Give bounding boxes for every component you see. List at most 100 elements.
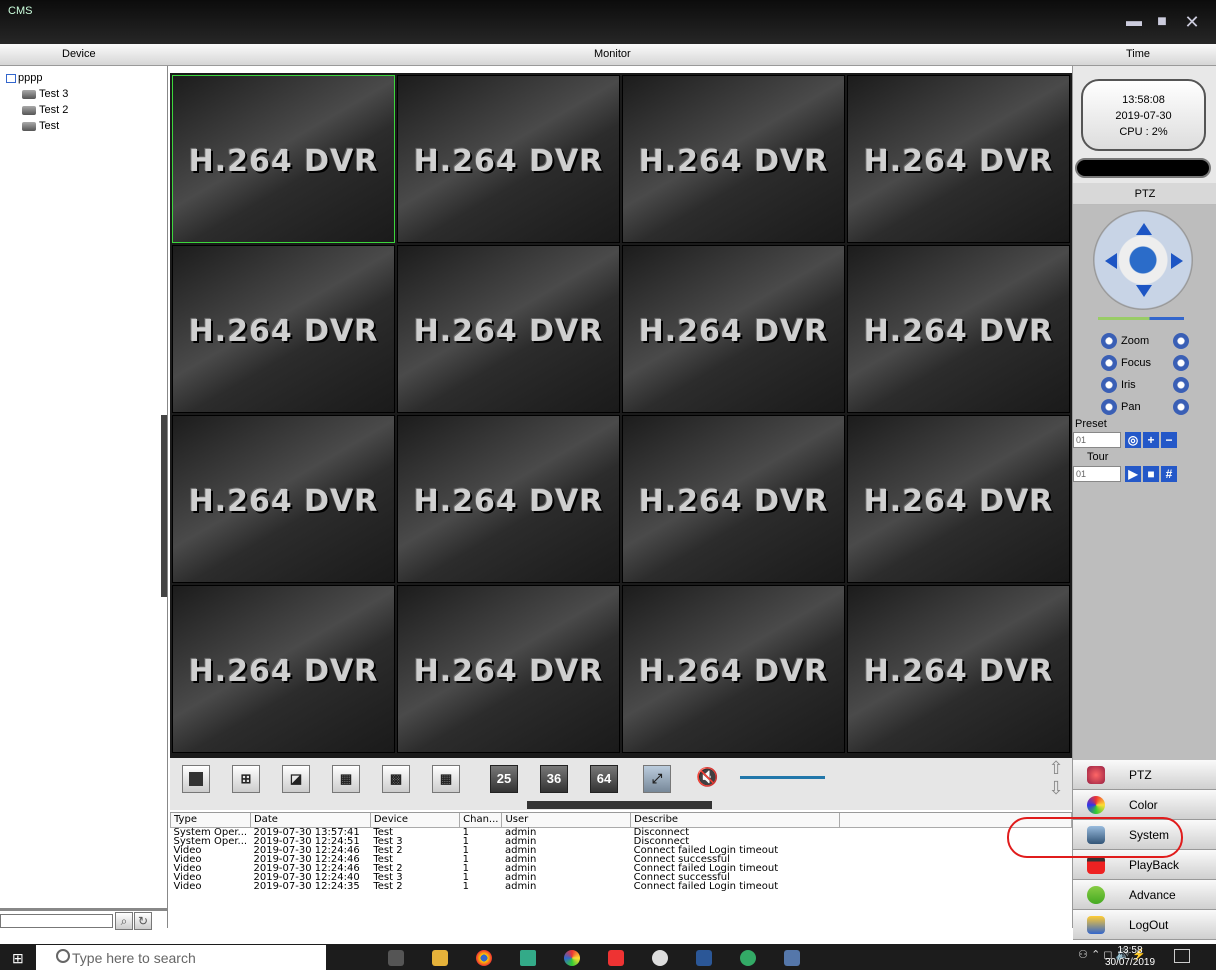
split-1-button[interactable] xyxy=(182,765,210,793)
split-25-button[interactable]: 25 xyxy=(490,765,518,793)
collapse-handle[interactable] xyxy=(161,415,167,597)
title-bar: CMS ▬ ■ ✕ xyxy=(0,0,1216,44)
scroll-up-icon[interactable]: ⇧ xyxy=(1044,758,1068,778)
volume-slider[interactable] xyxy=(740,776,825,779)
taskbar-search[interactable]: Type here to search xyxy=(36,945,326,971)
scroll-down-icon[interactable]: ⇩ xyxy=(1044,778,1068,798)
current-date: 2019-07-30 xyxy=(1115,110,1172,122)
notification-icon[interactable] xyxy=(1174,949,1190,963)
log-column-header[interactable]: Describe xyxy=(630,813,841,828)
split-8-button[interactable]: ▦ xyxy=(332,765,360,793)
taskbar-clock[interactable]: 13:58 30/07/2019 xyxy=(1100,945,1160,969)
video-tile[interactable]: H.264 DVR xyxy=(847,245,1070,413)
iris-out-button[interactable]: − xyxy=(1173,377,1189,393)
log-column-header[interactable]: User xyxy=(501,813,632,828)
network-app-icon[interactable] xyxy=(520,950,536,966)
fullscreen-icon[interactable]: ⤢ xyxy=(643,765,671,793)
device-panel-scrollbar[interactable] xyxy=(0,908,168,911)
tile-label: H.264 DVR xyxy=(638,314,829,349)
refresh-icon[interactable]: ↻ xyxy=(134,912,152,930)
time-header: Time xyxy=(1126,48,1151,60)
arrow-down-icon[interactable] xyxy=(1136,285,1152,305)
video-tile[interactable]: H.264 DVR xyxy=(172,415,395,583)
preset-goto-icon[interactable]: ◎ xyxy=(1125,432,1141,448)
arrow-right-icon[interactable] xyxy=(1171,253,1191,269)
search-icon[interactable]: ⌕ xyxy=(115,912,133,930)
video-tile[interactable]: H.264 DVR xyxy=(397,415,620,583)
menu-color-button[interactable]: Color xyxy=(1073,790,1216,820)
video-tile[interactable]: H.264 DVR xyxy=(172,585,395,753)
split-36-button[interactable]: 36 xyxy=(540,765,568,793)
windows-start-icon[interactable]: ⊞ xyxy=(12,950,24,967)
preset-remove-icon[interactable]: − xyxy=(1161,432,1177,448)
pan-control: • Pan • xyxy=(1101,398,1201,416)
focus-control: + Focus − xyxy=(1101,354,1201,372)
arrow-up-icon[interactable] xyxy=(1136,215,1152,235)
minimize-icon[interactable]: ▬ xyxy=(1122,12,1146,32)
preset-add-icon[interactable]: + xyxy=(1143,432,1159,448)
video-tile[interactable]: H.264 DVR xyxy=(622,585,845,753)
word-icon[interactable] xyxy=(696,950,712,966)
video-tile[interactable]: H.264 DVR xyxy=(397,245,620,413)
cms-icon[interactable] xyxy=(740,950,756,966)
tour-stop-icon[interactable]: ■ xyxy=(1143,466,1159,482)
tour-grid-icon[interactable]: # xyxy=(1161,466,1177,482)
video-tile[interactable]: H.264 DVR xyxy=(397,75,620,243)
arrow-left-icon[interactable] xyxy=(1097,253,1117,269)
video-tile[interactable]: H.264 DVR xyxy=(172,75,395,243)
log-column-header[interactable]: Date xyxy=(249,813,371,828)
tour-select[interactable]: 01 xyxy=(1073,466,1121,482)
device-panel: pppp Test 3 Test 2 Test xyxy=(0,66,168,928)
iris-in-button[interactable]: + xyxy=(1101,377,1117,393)
chrome-icon[interactable] xyxy=(476,950,492,966)
tour-play-icon[interactable]: ▶ xyxy=(1125,466,1141,482)
tile-label: H.264 DVR xyxy=(188,314,379,349)
split-64-button[interactable]: 64 xyxy=(590,765,618,793)
log-toggle-bar[interactable] xyxy=(527,801,712,809)
video-tile[interactable]: H.264 DVR xyxy=(397,585,620,753)
log-column-header[interactable]: Chan... xyxy=(459,813,503,828)
video-tile[interactable]: H.264 DVR xyxy=(847,585,1070,753)
mute-icon[interactable]: 🔇 xyxy=(696,767,718,788)
split-16-button[interactable]: ▦ xyxy=(432,765,460,793)
log-column-header[interactable]: Type xyxy=(170,813,251,828)
split-9-button[interactable]: ▩ xyxy=(382,765,410,793)
split-6-button[interactable]: ◪ xyxy=(282,765,310,793)
monitor-scroll[interactable]: ⇧ ⇩ xyxy=(1044,758,1068,802)
event-log: Type Date Device Chan... User Describe System… xyxy=(170,812,1072,932)
webcam-icon[interactable] xyxy=(652,950,668,966)
zoom-out-button[interactable]: − xyxy=(1173,333,1189,349)
focus-in-button[interactable]: + xyxy=(1101,355,1117,371)
video-tile[interactable]: H.264 DVR xyxy=(847,415,1070,583)
app-icon[interactable] xyxy=(608,950,624,966)
log-row[interactable]: Video 2019-07-30 12:24:35 Test 2 1 admin Conn… xyxy=(171,881,1072,891)
video-tile[interactable]: H.264 DVR xyxy=(622,415,845,583)
pan-stop-button[interactable]: • xyxy=(1173,399,1189,415)
video-tile[interactable]: H.264 DVR xyxy=(622,245,845,413)
slack-icon[interactable] xyxy=(564,950,580,966)
pan-button[interactable]: • xyxy=(1101,399,1117,415)
video-tile[interactable]: H.264 DVR xyxy=(622,75,845,243)
tile-label: H.264 DVR xyxy=(188,654,379,689)
tree-device[interactable]: Test 3 xyxy=(22,88,68,100)
file-explorer-icon[interactable] xyxy=(432,950,448,966)
close-icon[interactable]: ✕ xyxy=(1180,12,1204,32)
remote-icon[interactable] xyxy=(784,950,800,966)
task-view-icon[interactable] xyxy=(388,950,404,966)
menu-ptz-button[interactable]: PTZ xyxy=(1073,760,1216,790)
tree-root[interactable]: pppp xyxy=(6,72,42,84)
tree-device[interactable]: Test 2 xyxy=(22,104,68,116)
menu-logout-button[interactable]: LogOut xyxy=(1073,910,1216,940)
log-column-header[interactable]: Device xyxy=(369,813,461,828)
preset-select[interactable]: 01 xyxy=(1073,432,1121,448)
video-tile[interactable]: H.264 DVR xyxy=(172,245,395,413)
split-4-button[interactable]: ⊞ xyxy=(232,765,260,793)
menu-advance-button[interactable]: Advance xyxy=(1073,880,1216,910)
maximize-icon[interactable]: ■ xyxy=(1150,12,1174,32)
video-tile[interactable]: H.264 DVR xyxy=(847,75,1070,243)
zoom-in-button[interactable]: + xyxy=(1101,333,1117,349)
tree-device[interactable]: Test xyxy=(22,120,59,132)
focus-out-button[interactable]: − xyxy=(1173,355,1189,371)
device-search-input[interactable] xyxy=(0,914,113,928)
ptz-speed-slider[interactable] xyxy=(1098,317,1184,320)
